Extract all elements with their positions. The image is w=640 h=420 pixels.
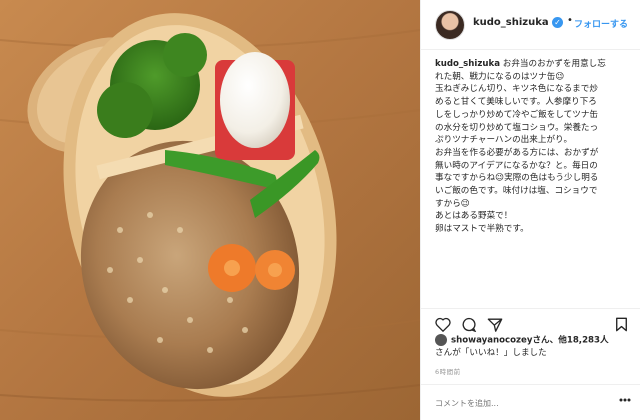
post-actions-bar bbox=[421, 308, 640, 336]
caption-line: の水分を切り炒めて塩コショウ。栄養たっ bbox=[435, 122, 599, 133]
separator-dot: • bbox=[567, 15, 573, 26]
caption-line: あとはある野菜で！ bbox=[435, 211, 513, 222]
post-photo[interactable] bbox=[0, 0, 420, 420]
post-caption: kudo_shizuka お弁当のおかずを用意し忘 れた朝、戦力になるのはツナ缶… bbox=[435, 58, 633, 236]
caption-line: いご飯の色です。味付けは塩、コショウで bbox=[435, 186, 598, 197]
bento-photo-illustration bbox=[0, 0, 420, 420]
verified-badge-icon: ✓ bbox=[552, 17, 563, 28]
caption-line: 事なですからね😉実際の色はもう少し明る bbox=[435, 173, 599, 184]
username-link[interactable]: kudo_shizuka bbox=[473, 17, 549, 28]
heart-icon[interactable] bbox=[435, 317, 451, 332]
caption-line: めると甘くて美味しいです。人参摩り下ろ bbox=[435, 97, 597, 108]
caption-line: お弁当を作る必要がある方には、おかずが bbox=[435, 147, 599, 158]
more-options-icon[interactable] bbox=[619, 398, 631, 402]
bookmark-icon[interactable] bbox=[615, 317, 628, 332]
caption-line: すから😉 bbox=[435, 198, 470, 209]
likes-second-line: さんが「いいね！」しました bbox=[435, 347, 547, 358]
comment-bar bbox=[421, 384, 640, 420]
caption-line: れた朝、戦力になるのはツナ缶😉 bbox=[435, 71, 565, 82]
post-header: kudo_shizuka ✓ • フォローする bbox=[421, 0, 640, 50]
caption-first-line: kudo_shizuka お弁当のおかずを用意し忘 bbox=[435, 58, 633, 71]
caption-first-text: お弁当のおかずを用意し忘 bbox=[500, 59, 606, 69]
likes-summary: showayanocozeyさん、他18,283人 さんが「いいね！」しました bbox=[435, 334, 635, 359]
caption-line: 無い時のアイデアになるかな？と。毎日の bbox=[435, 160, 598, 171]
caption-line: 玉ねぎみじん切り、キツネ色になるまで炒 bbox=[435, 84, 598, 95]
avatar[interactable] bbox=[435, 10, 465, 40]
caption-username-link[interactable]: kudo_shizuka bbox=[435, 59, 500, 69]
post-side-panel: kudo_shizuka ✓ • フォローする kudo_shizuka お弁当… bbox=[420, 0, 640, 420]
follow-button[interactable]: フォローする bbox=[574, 17, 628, 30]
post-timestamp[interactable]: 6時間前 bbox=[435, 366, 461, 376]
caption-line: 卵はマストで半熟です。 bbox=[435, 224, 529, 235]
comment-icon[interactable] bbox=[461, 317, 477, 332]
liker-avatar[interactable] bbox=[435, 334, 447, 346]
share-icon[interactable] bbox=[487, 317, 503, 332]
likes-first-line[interactable]: showayanocozeyさん、他18,283人 bbox=[451, 336, 609, 346]
comment-input[interactable] bbox=[435, 395, 605, 411]
caption-line: しをしっかり炒めて冷やご飯をしてツナ缶 bbox=[435, 109, 599, 120]
caption-line: ぷりツナチャーハンの出来上がり。 bbox=[435, 135, 573, 146]
